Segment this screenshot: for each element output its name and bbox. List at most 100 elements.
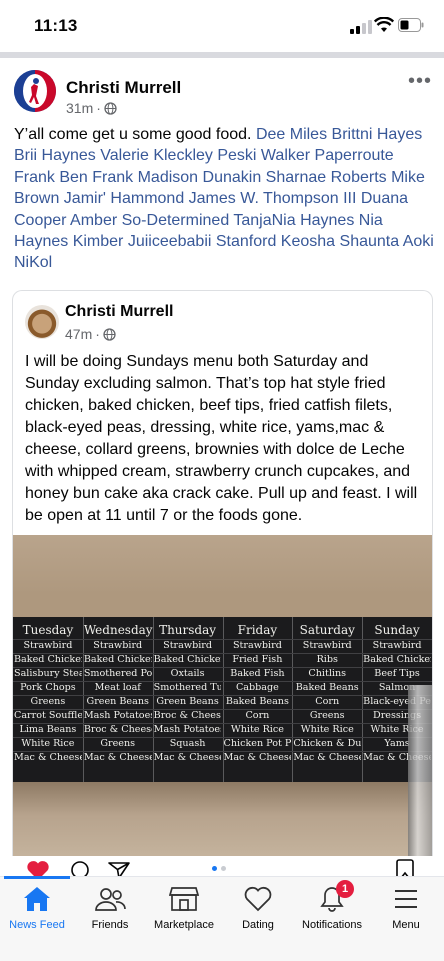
dating-icon <box>244 886 272 912</box>
menu-item: Strawbird <box>372 640 422 651</box>
board-row-line <box>13 737 432 738</box>
post-caption: Y’all come get u some good food. Dee Mil… <box>14 124 434 274</box>
menu-item: White Rice <box>230 724 284 735</box>
caption-text: Y’all come get u some good food. <box>14 126 252 143</box>
board-row-line <box>13 709 432 710</box>
menu-item: Baked Beans <box>295 682 359 693</box>
battery-icon <box>398 18 424 32</box>
carousel-dot-active <box>212 866 217 871</box>
carousel-dot <box>221 866 226 871</box>
menu-item: Mac & Cheese <box>153 752 222 763</box>
shared-post-time[interactable]: 47m <box>65 326 92 342</box>
tab-news-feed[interactable]: News Feed <box>0 884 77 931</box>
shared-post-text: I will be doing Sundays menu both Saturd… <box>25 353 418 524</box>
menu-item: Mac & Cheese <box>223 752 292 763</box>
menu-column: Friday Strawbird Fried Fish Baked Fish Cabba… <box>224 621 292 765</box>
menu-day: Saturday <box>299 623 355 637</box>
menu-item: Chitlins <box>308 668 347 679</box>
shared-post-meta: 47m · <box>65 326 116 342</box>
menu-item: Strawbird <box>93 640 143 651</box>
tab-label: Dating <box>242 919 274 931</box>
marketplace-icon <box>169 887 199 911</box>
menu-column: Saturday Strawbird Ribs Chitlins Baked Beans… <box>293 621 361 765</box>
globe-icon <box>103 327 116 341</box>
menu-item: Baked Chicken <box>14 654 82 665</box>
menu-item: Broc & Cheese Casserole <box>83 724 152 735</box>
menu-column: Thursday Strawbird Baked Chicken Oxtails Smo… <box>154 621 222 765</box>
menu-item: Mash Potatoes <box>153 724 222 735</box>
tab-label: Friends <box>91 919 129 931</box>
menu-item: Oxtails <box>170 668 205 679</box>
author-name[interactable]: Christi Murrell <box>66 78 181 98</box>
menu-item: Baked Beans <box>225 696 289 707</box>
board-row-line <box>13 681 432 682</box>
menu-item: Lima Beans <box>19 724 77 735</box>
tab-notifications[interactable]: Notifications <box>292 884 372 931</box>
shared-author-avatar[interactable] <box>25 305 59 339</box>
chalkboard-menu: Tuesday Strawbird Baked Chicken Salisbury S… <box>13 617 432 782</box>
menu-item: Baked Chicken <box>153 654 222 665</box>
menu-item: Ribs <box>316 654 338 665</box>
menu-item: Corn <box>245 710 270 721</box>
menu-item: Mac & Cheese <box>293 752 362 763</box>
menu-item: Strawbird <box>23 640 73 651</box>
tab-marketplace[interactable]: Marketplace <box>144 884 224 931</box>
tab-label: News Feed <box>9 919 65 931</box>
author-avatar[interactable] <box>14 70 56 112</box>
menu-item: Baked Chicken <box>363 654 431 665</box>
menu-item: Chicken Pot Pie <box>223 738 292 749</box>
menu-item: Pork Chops <box>20 682 76 693</box>
board-column-divider <box>222 617 224 782</box>
menu-item: Meat loaf <box>94 682 141 693</box>
menu-item: Smothered Pork Chops <box>83 668 152 679</box>
menu-item: Green Beans <box>86 696 149 707</box>
wifi-icon <box>374 17 394 32</box>
feed-separator <box>0 52 444 58</box>
menu-board-photo[interactable]: Tuesday Strawbird Baked Chicken Salisbury S… <box>13 535 432 865</box>
board-row-line <box>13 639 432 640</box>
globe-icon <box>104 101 117 115</box>
board-row-line <box>13 667 432 668</box>
shared-post-card[interactable]: Christi Murrell 47m · I will be doing Su… <box>12 290 433 865</box>
status-time: 11:13 <box>34 16 78 35</box>
menu-item: Greens <box>309 710 345 721</box>
board-column-divider <box>82 617 84 782</box>
status-bar: 11:13 <box>0 0 444 52</box>
menu-item: White Rice <box>300 724 354 735</box>
menu-item: White Rice <box>21 738 75 749</box>
menu-item: Broc & Cheese <box>153 710 222 721</box>
menu-item: Baked Chicken <box>83 654 152 665</box>
board-column-divider <box>292 617 294 782</box>
menu-item: Fried Fish <box>232 654 283 665</box>
menu-item: Carrot Souffle <box>14 710 82 721</box>
menu-item: Cabbage <box>235 682 279 693</box>
cellular-signal-icon <box>350 20 372 34</box>
board-row-line <box>13 695 432 696</box>
menu-item: Chicken & Dumplings <box>293 738 362 749</box>
notification-badge: 1 <box>336 880 354 898</box>
post-time[interactable]: 31m <box>66 100 93 116</box>
shared-author-name[interactable]: Christi Murrell <box>65 303 173 321</box>
board-column-divider <box>152 617 154 782</box>
tab-label: Menu <box>392 919 420 931</box>
menu-day: Thursday <box>159 623 217 637</box>
tab-friends[interactable]: Friends <box>70 884 150 931</box>
nba-logo-icon <box>14 70 56 112</box>
home-icon <box>24 887 50 911</box>
tab-menu[interactable]: Menu <box>366 884 444 931</box>
menu-item: Mac & Cheese <box>14 752 82 763</box>
menu-item: Mac & Cheese <box>83 752 152 763</box>
menu-item: Green Beans <box>156 696 219 707</box>
menu-item: Greens <box>100 738 136 749</box>
menu-item: Salisbury Steak <box>14 668 82 679</box>
tab-label: Notifications <box>302 919 362 931</box>
menu-day: Wednesday <box>83 623 153 637</box>
more-options-button[interactable]: ••• <box>408 70 432 93</box>
carousel-dots <box>212 866 226 871</box>
tagged-people[interactable]: Dee Miles Brittni Hayes Brii Haynes Vale… <box>14 126 434 271</box>
menu-icon <box>395 890 417 908</box>
tab-dating[interactable]: Dating <box>218 884 298 931</box>
friends-icon <box>95 888 126 911</box>
active-tab-indicator <box>4 876 70 879</box>
menu-column: Wednesday Strawbird Baked Chicken Smothered… <box>83 621 153 765</box>
